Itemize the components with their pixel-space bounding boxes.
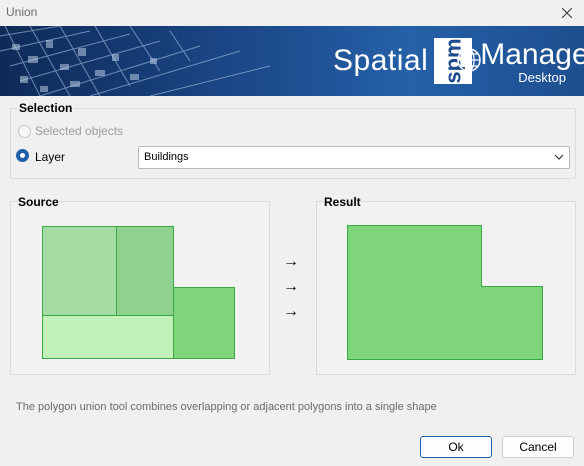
source-polygon-d (173, 287, 235, 359)
chevron-down-icon (554, 154, 564, 160)
brand-logo: Spatial spm Manager Desktop (333, 37, 584, 85)
brand-desktop-text: Desktop (518, 70, 566, 85)
brand-manager-text: Manager (480, 38, 584, 71)
result-title: Result (324, 195, 361, 209)
radio-layer[interactable] (16, 149, 29, 162)
arrow-right-icon: → (283, 278, 299, 295)
window-title: Union (6, 5, 38, 19)
source-polygon-b (116, 226, 174, 316)
result-panel (316, 201, 576, 375)
source-panel (10, 201, 270, 375)
source-polygon-c (42, 315, 174, 359)
result-polygon (347, 225, 543, 360)
title-bar: Union (0, 0, 584, 26)
header-banner: Spatial spm Manager Desktop (0, 26, 584, 96)
cancel-button[interactable]: Cancel (502, 436, 574, 458)
city-map-image (0, 26, 271, 96)
label-selected-objects: Selected objects (35, 124, 124, 138)
globe-icon (457, 48, 481, 72)
brand-spatial-text: Spatial (333, 44, 429, 77)
close-icon (562, 8, 572, 18)
source-title: Source (18, 195, 59, 209)
layer-dropdown[interactable]: Buildings (138, 146, 570, 169)
result-polygons (347, 225, 543, 360)
radio-selected-objects[interactable] (18, 125, 31, 138)
layer-dropdown-value: Buildings (144, 151, 189, 163)
ok-button[interactable]: Ok (420, 436, 492, 458)
description-text: The polygon union tool combines overlapp… (16, 401, 437, 413)
close-button[interactable] (550, 0, 584, 26)
arrow-right-icon: → (283, 303, 299, 320)
source-polygons (42, 226, 235, 359)
label-layer: Layer (35, 150, 66, 164)
arrow-right-icon: → (283, 253, 299, 270)
source-polygon-a (42, 226, 118, 316)
selection-group-title: Selection (17, 101, 75, 115)
arrows: → → → (283, 254, 303, 329)
